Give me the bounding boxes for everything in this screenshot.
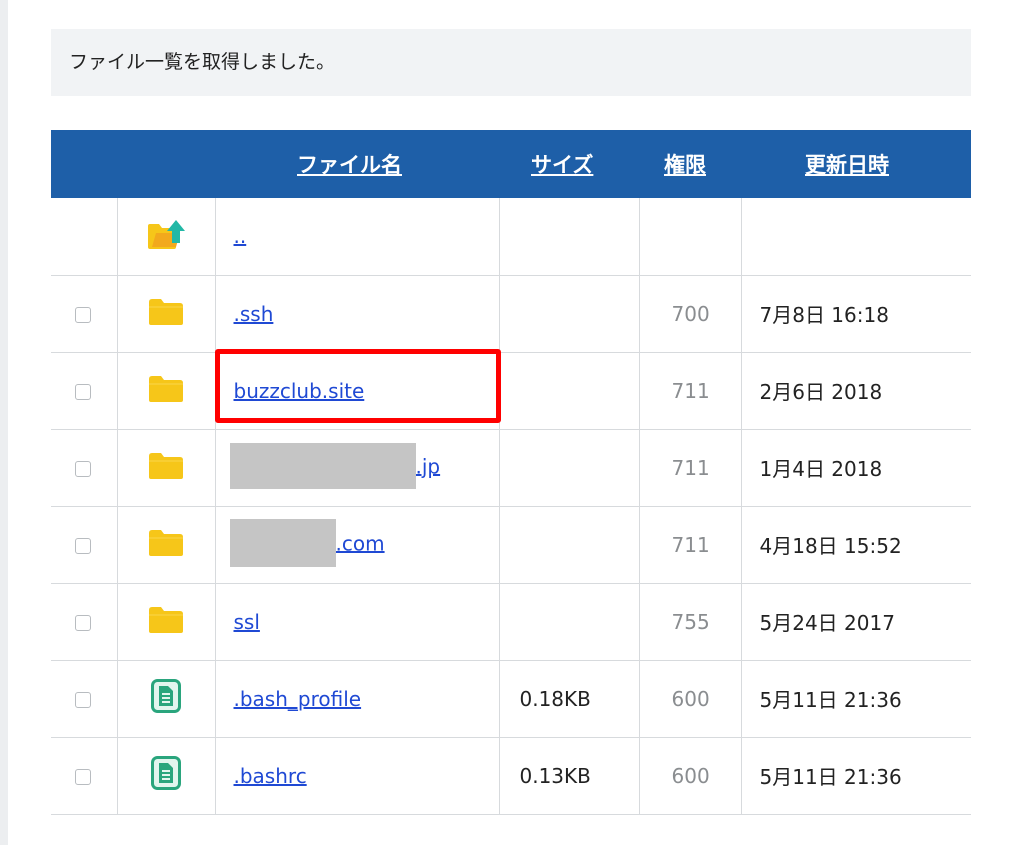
row-checkbox[interactable] — [74, 461, 91, 477]
table-row: .bashrc 0.13KB 600 5月11日 21:36 — [51, 737, 971, 814]
row-checkbox[interactable] — [74, 538, 91, 554]
header-name: ファイル名 — [215, 130, 499, 198]
file-name-link[interactable]: .jp — [416, 454, 441, 478]
row-date-cell — [741, 198, 971, 275]
table-header-row: ファイル名 サイズ 権限 更新日時 — [51, 130, 971, 198]
file-permission: 700 — [639, 275, 742, 352]
row-checkbox[interactable] — [74, 769, 91, 785]
sort-by-date-link[interactable]: 更新日時 — [805, 153, 889, 177]
row-checkbox[interactable] — [74, 307, 91, 323]
header-icon — [117, 130, 215, 198]
row-checkbox[interactable] — [74, 692, 91, 708]
table-row: .com 711 4月18日 15:52 — [51, 506, 971, 583]
file-name-link[interactable]: .ssh — [234, 302, 274, 326]
file-permission: 600 — [639, 737, 742, 814]
header-perm: 権限 — [639, 130, 741, 198]
folder-icon — [148, 376, 184, 408]
table-row-parent: .. — [51, 198, 971, 275]
sort-by-size-link[interactable]: サイズ — [531, 153, 593, 177]
status-message: ファイル一覧を取得しました。 — [51, 29, 971, 96]
row-icon-cell — [117, 198, 216, 275]
row-checkbox[interactable] — [74, 384, 91, 400]
header-size: サイズ — [499, 130, 639, 198]
row-size-cell — [499, 198, 640, 275]
file-modified-date: 4月18日 15:52 — [759, 534, 902, 558]
row-name-cell: .. — [215, 198, 500, 275]
file-permission: 711 — [639, 506, 742, 583]
file-permission: 711 — [639, 352, 742, 429]
file-modified-date: 7月8日 16:18 — [759, 303, 889, 327]
file-permission: 755 — [639, 583, 742, 660]
folder-icon — [148, 607, 184, 639]
header-check — [51, 130, 117, 198]
file-name-link[interactable]: .bashrc — [234, 764, 307, 788]
file-permission: 711 — [639, 429, 742, 506]
sort-by-permission-link[interactable]: 権限 — [664, 153, 706, 177]
file-size — [499, 429, 640, 506]
file-size — [499, 275, 640, 352]
file-list-table: ファイル名 サイズ 権限 更新日時 .. .ssh 700 7月8日 16:18… — [51, 130, 971, 815]
file-modified-date: 5月24日 2017 — [759, 611, 895, 635]
folder-icon — [148, 453, 184, 485]
table-row: .jp 711 1月4日 2018 — [51, 429, 971, 506]
redacted-block — [229, 442, 416, 489]
file-size: 0.18KB — [499, 660, 640, 737]
document-icon — [151, 756, 181, 795]
folder-icon — [148, 299, 184, 331]
header-date: 更新日時 — [741, 130, 971, 198]
redacted-block — [229, 518, 336, 567]
left-border — [0, 0, 8, 845]
status-message-text: ファイル一覧を取得しました。 — [69, 51, 336, 73]
file-name-link[interactable]: ssl — [234, 610, 260, 634]
document-icon — [151, 679, 181, 718]
file-modified-date: 2月6日 2018 — [759, 380, 883, 404]
file-name-link[interactable]: buzzclub.site — [234, 379, 365, 403]
sort-by-name-link[interactable]: ファイル名 — [297, 153, 402, 177]
file-size: 0.13KB — [499, 737, 640, 814]
file-modified-date: 1月4日 2018 — [759, 457, 883, 481]
folder-up-icon[interactable] — [146, 219, 186, 256]
row-checkbox[interactable] — [74, 615, 91, 631]
row-check-cell — [51, 198, 118, 275]
file-size — [499, 352, 640, 429]
file-modified-date: 5月11日 21:36 — [759, 765, 902, 789]
file-name-link[interactable]: .com — [336, 531, 385, 555]
file-name-link[interactable]: .bash_profile — [234, 687, 362, 711]
table-row: .ssh 700 7月8日 16:18 — [51, 275, 971, 352]
folder-icon — [148, 530, 184, 562]
file-modified-date: 5月11日 21:36 — [759, 688, 902, 712]
file-size — [499, 583, 640, 660]
table-row: .bash_profile 0.18KB 600 5月11日 21:36 — [51, 660, 971, 737]
row-perm-cell — [639, 198, 742, 275]
file-size — [499, 506, 640, 583]
table-row: buzzclub.site 711 2月6日 2018 — [51, 352, 971, 429]
table-row: ssl 755 5月24日 2017 — [51, 583, 971, 660]
file-permission: 600 — [639, 660, 742, 737]
parent-directory-link[interactable]: .. — [234, 224, 247, 248]
